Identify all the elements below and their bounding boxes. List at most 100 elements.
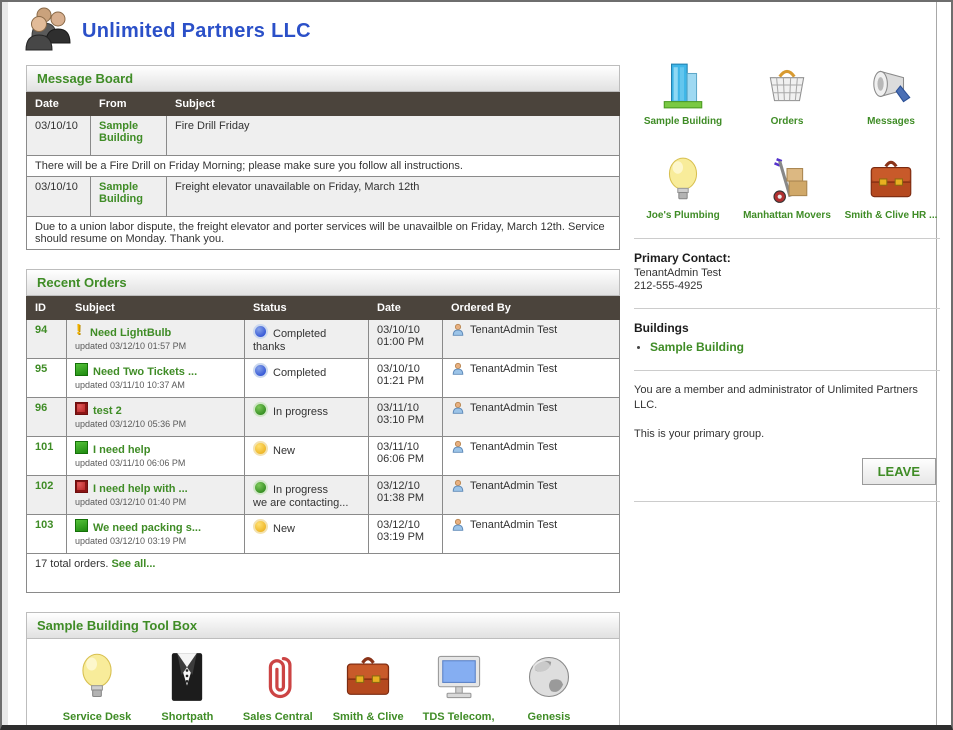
- tuxedo-icon: [161, 653, 213, 707]
- order-date: 03/11/10: [377, 402, 420, 414]
- main-column: Message Board Date From Subject 03/10/10…: [26, 65, 620, 725]
- order-row: 96 test 2 updated 03/12/10 05:36 PM In p…: [26, 397, 620, 437]
- globe-icon: [523, 656, 575, 707]
- order-subject-link[interactable]: Need Two Tickets ...: [93, 366, 197, 378]
- message-date: 03/10/10: [26, 115, 91, 156]
- status-completed-icon: [253, 363, 268, 378]
- order-date: 03/12/10: [377, 519, 420, 531]
- toolbox-item-label: Sales Central: [242, 711, 313, 723]
- order-id-link[interactable]: 94: [35, 324, 47, 336]
- lightbulb-icon: [71, 653, 123, 707]
- order-subject-link[interactable]: We need packing s...: [93, 522, 201, 534]
- order-subject-link[interactable]: I need help: [93, 444, 150, 456]
- toolbox-item-label: Smith & Clive: [332, 711, 404, 723]
- shortcut-joes-plumbing[interactable]: Joe's Plumbing: [634, 155, 732, 223]
- order-status: New: [273, 523, 296, 535]
- order-time: 01:00 PM: [377, 336, 425, 348]
- order-status: In progress: [273, 484, 329, 496]
- buildings-heading: Buildings: [634, 321, 689, 335]
- toolbox-item-sales-central[interactable]: Sales Central: [234, 651, 322, 725]
- building-list-item: Sample Building: [650, 340, 940, 354]
- toolbox-item-service-desk[interactable]: Service Desk: [53, 651, 141, 725]
- order-row: 103 We need packing s... updated 03/12/1…: [26, 514, 620, 554]
- order-subject-link[interactable]: Need LightBulb: [90, 327, 171, 339]
- primary-contact-phone: 212-555-4925: [634, 280, 703, 292]
- leave-button[interactable]: LEAVE: [861, 457, 936, 485]
- toolbox-items: Service Desk Shortpath Sales Central Smi…: [26, 639, 620, 725]
- see-all-link[interactable]: See all...: [111, 558, 155, 570]
- message-board-header-row: Date From Subject: [26, 92, 620, 116]
- order-date: 03/12/10: [377, 480, 420, 492]
- toolbox-item-genesis[interactable]: Genesis: [505, 651, 593, 725]
- shortcut-label: Smith & Clive HR ...: [844, 209, 938, 221]
- lightbulb-icon: [658, 157, 708, 208]
- shortcut-smith-clive-hr[interactable]: Smith & Clive HR ...: [842, 155, 940, 223]
- order-ordered-by: TenantAdmin Test: [470, 402, 558, 414]
- toolbox-item-tds-telecom[interactable]: TDS Telecom,: [415, 651, 503, 725]
- building-link[interactable]: Sample Building: [650, 340, 744, 354]
- message-body: There will be a Fire Drill on Friday Mor…: [26, 155, 620, 177]
- order-id-link[interactable]: 101: [35, 441, 53, 453]
- toolbox-item-label: TDS Telecom,: [422, 711, 495, 723]
- status-in-progress-icon: [253, 480, 268, 495]
- primary-contact-name: TenantAdmin Test: [634, 267, 722, 279]
- shortcut-messages[interactable]: Messages: [842, 61, 940, 129]
- order-subject-link[interactable]: test 2: [93, 405, 122, 417]
- order-time: 01:21 PM: [377, 375, 425, 387]
- order-id-link[interactable]: 102: [35, 480, 53, 492]
- toolbox-item-smith-clive[interactable]: Smith & Clive: [324, 651, 412, 725]
- order-subject-link[interactable]: I need help with ...: [93, 483, 188, 495]
- toolbox-item-shortpath[interactable]: Shortpath: [143, 651, 231, 725]
- person-icon: [452, 440, 464, 453]
- sidebar-divider: [634, 500, 940, 502]
- person-icon: [452, 479, 464, 492]
- status-new-icon: [253, 519, 268, 534]
- order-ordered-by: TenantAdmin Test: [470, 519, 558, 531]
- order-date: 03/10/10: [377, 363, 420, 375]
- message-date: 03/10/10: [26, 176, 91, 217]
- order-status-note: thanks: [253, 341, 286, 353]
- sidebar: Sample Building Orders Messages Joe's Pl…: [634, 57, 940, 514]
- sidebar-divider: [634, 238, 940, 239]
- message-body-row: Due to a union labor dispute, the freigh…: [26, 216, 620, 250]
- order-time: 06:06 PM: [377, 453, 425, 465]
- order-id-link[interactable]: 96: [35, 402, 47, 414]
- priority-normal-icon: [75, 441, 88, 454]
- order-ordered-by: TenantAdmin Test: [470, 324, 558, 336]
- shortcut-orders[interactable]: Orders: [738, 61, 836, 129]
- person-icon: [452, 362, 464, 375]
- order-status-note: we are contacting...: [253, 497, 349, 509]
- recent-orders-title: Recent Orders: [26, 269, 620, 296]
- message-subject: Freight elevator unavailable on Friday, …: [166, 176, 620, 217]
- col-date: Date: [368, 296, 443, 320]
- orders-footer-row: 17 total orders. See all...: [26, 553, 620, 593]
- order-updated: updated 03/12/10 05:36 PM: [75, 419, 187, 429]
- recent-orders-table: ID Subject Status Date Ordered By 94 Nee…: [26, 296, 620, 593]
- order-updated: updated 03/12/10 03:19 PM: [75, 536, 187, 546]
- message-from-link[interactable]: Sample Building: [99, 181, 158, 205]
- order-date: 03/10/10: [377, 324, 420, 336]
- paperclip-icon: [252, 656, 304, 707]
- basket-icon: [762, 69, 812, 114]
- shortcut-label: Orders: [770, 116, 804, 127]
- toolbox-item-label: Genesis: [527, 711, 571, 723]
- order-row: 101 I need help updated 03/11/10 06:06 P…: [26, 436, 620, 476]
- message-row: 03/10/10 Sample Building Fire Drill Frid…: [26, 115, 620, 156]
- priority-normal-icon: [75, 519, 88, 532]
- message-board-title: Message Board: [26, 65, 620, 92]
- shortcut-label: Manhattan Movers: [743, 209, 831, 221]
- order-id-link[interactable]: 103: [35, 519, 53, 531]
- message-body-row: There will be a Fire Drill on Friday Mor…: [26, 155, 620, 177]
- order-status: New: [273, 445, 296, 457]
- order-time: 03:19 PM: [377, 531, 425, 543]
- shortcut-manhattan-movers[interactable]: Manhattan Movers: [738, 155, 836, 223]
- message-board-table: Date From Subject 03/10/10 Sample Buildi…: [26, 92, 620, 250]
- toolbox-item-label: Service Desk: [62, 711, 132, 723]
- primary-contact-heading: Primary Contact:: [634, 251, 731, 265]
- priority-normal-icon: [75, 363, 88, 376]
- message-from-link[interactable]: Sample Building: [99, 120, 158, 144]
- order-updated: updated 03/11/10 06:06 PM: [75, 458, 186, 468]
- shortcut-sample-building[interactable]: Sample Building: [634, 61, 732, 129]
- message-body: Due to a union labor dispute, the freigh…: [26, 216, 620, 250]
- order-id-link[interactable]: 95: [35, 363, 47, 375]
